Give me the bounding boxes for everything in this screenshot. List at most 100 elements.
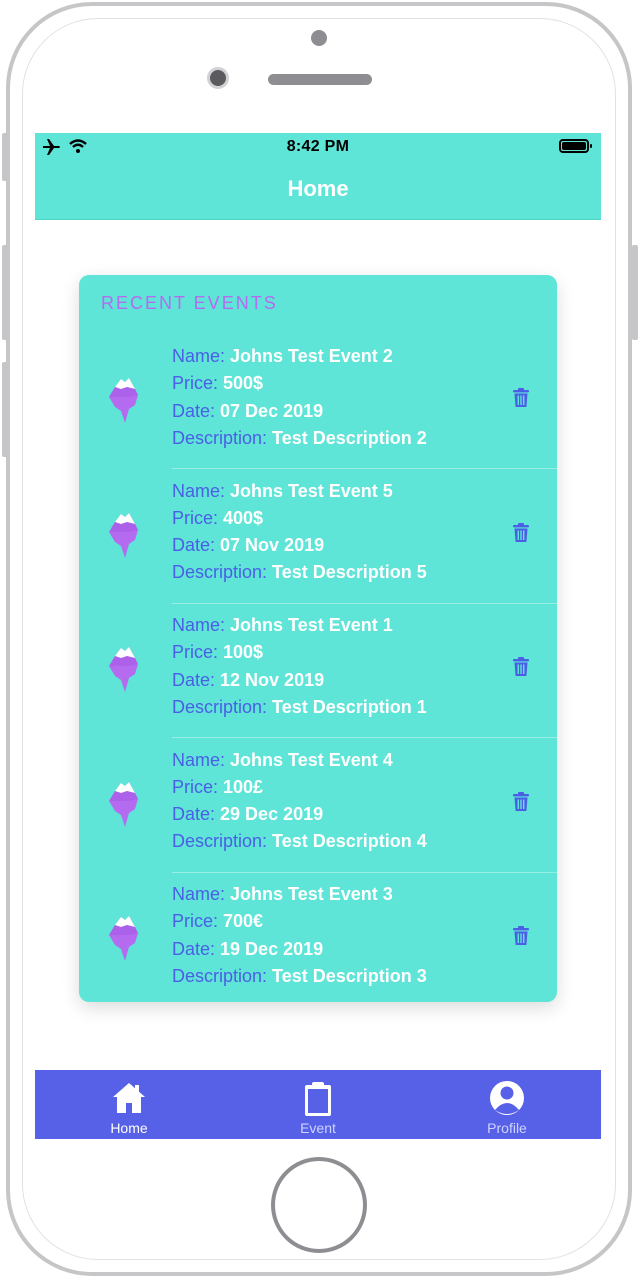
event-price-value: 500$ <box>223 373 264 394</box>
event-name-line: Name: Johns Test Event 4 <box>172 747 512 774</box>
event-description-value: Test Description 2 <box>272 427 427 448</box>
event-description-line: Description: Test Description 5 <box>172 559 512 586</box>
event-date-value: 19 Dec 2019 <box>220 938 324 959</box>
event-description-label: Description: <box>172 965 273 986</box>
event-price-line: Price: 500$ <box>172 370 512 397</box>
event-list-item: Name: Johns Test Event 4 Price: 100£ Date:… <box>79 739 557 873</box>
event-price-label: Price: <box>172 373 224 394</box>
event-date-line: Date: 12 Nov 2019 <box>172 667 512 694</box>
event-name-label: Name: <box>172 346 231 366</box>
event-date-label: Date: <box>172 804 221 825</box>
event-description-value: Test Description 4 <box>272 831 427 852</box>
event-date-value: 07 Nov 2019 <box>220 535 325 556</box>
event-price-value: 400$ <box>223 507 264 528</box>
event-price-value: 100£ <box>223 776 264 797</box>
tab-event[interactable]: Event <box>258 1070 378 1139</box>
event-details: Name: Johns Test Event 2 Price: 500$ Date:… <box>172 343 512 452</box>
event-details: Name: Johns Test Event 5 Price: 400$ Date:… <box>172 478 512 587</box>
event-date-label: Date: <box>172 669 221 690</box>
event-price-line: Price: 100£ <box>172 774 512 801</box>
event-date-label: Date: <box>172 535 221 556</box>
event-price-label: Price: <box>172 507 224 528</box>
recent-events-card: RECENT EVENTS Name: Johns Test Event 2 Pr… <box>79 275 557 1002</box>
event-description-label: Description: <box>172 696 273 717</box>
event-name-line: Name: Johns Test Event 5 <box>172 478 512 505</box>
event-name-value: Johns Test Event 1 <box>230 615 393 635</box>
earpiece-speaker <box>268 74 372 85</box>
event-list-item: Name: Johns Test Event 3 Price: 700€ Date:… <box>79 873 557 1007</box>
event-name-line: Name: Johns Test Event 3 <box>172 881 512 908</box>
app-header: 8:42 PM Home <box>35 133 601 220</box>
user-icon <box>490 1081 524 1115</box>
status-bar: 8:42 PM <box>35 133 601 161</box>
event-name-line: Name: Johns Test Event 2 <box>172 343 512 370</box>
home-hardware-button[interactable] <box>271 1157 367 1253</box>
event-date-line: Date: 07 Nov 2019 <box>172 532 512 559</box>
trash-icon[interactable] <box>513 388 529 408</box>
event-price-line: Price: 400$ <box>172 505 512 532</box>
volume-down-button <box>2 362 8 457</box>
event-description-line: Description: Test Description 2 <box>172 425 512 452</box>
event-price-value: 700€ <box>223 911 264 932</box>
event-description-value: Test Description 1 <box>272 696 427 717</box>
event-description-line: Description: Test Description 1 <box>172 694 512 721</box>
trash-icon[interactable] <box>513 657 529 677</box>
event-name-label: Name: <box>172 749 231 770</box>
event-date-line: Date: 07 Dec 2019 <box>172 398 512 425</box>
event-description-label: Description: <box>172 427 273 448</box>
tab-home[interactable]: Home <box>69 1070 189 1139</box>
event-list-item: Name: Johns Test Event 2 Price: 500$ Date:… <box>79 335 557 469</box>
status-time: 8:42 PM <box>286 138 350 155</box>
camera-dot <box>311 30 327 46</box>
trash-icon[interactable] <box>513 522 529 543</box>
clipboard-icon <box>305 1082 331 1116</box>
event-description-value: Test Description 3 <box>272 965 427 986</box>
iceberg-icon <box>109 647 138 692</box>
iceberg-icon <box>109 512 138 558</box>
event-name-value: Johns Test Event 3 <box>230 884 393 904</box>
iceberg-icon <box>109 781 138 827</box>
event-date-value: 29 Dec 2019 <box>220 804 324 825</box>
event-description-label: Description: <box>172 562 273 583</box>
event-name-label: Name: <box>172 615 231 635</box>
page-title: Home <box>287 176 349 201</box>
event-name-value: Johns Test Event 5 <box>230 480 393 501</box>
event-date-line: Date: 19 Dec 2019 <box>172 936 512 963</box>
event-details: Name: Johns Test Event 1 Price: 100$ Date:… <box>172 612 512 721</box>
event-description-value: Test Description 5 <box>272 562 427 583</box>
event-name-label: Name: <box>172 884 231 904</box>
event-price-label: Price: <box>172 911 224 932</box>
event-list-item: Name: Johns Test Event 5 Price: 400$ Date:… <box>79 470 557 604</box>
tab-profile-label: Profile <box>487 1120 527 1136</box>
event-name-value: Johns Test Event 4 <box>230 749 393 770</box>
trash-icon[interactable] <box>513 926 529 946</box>
iceberg-icon <box>109 916 138 961</box>
tab-profile[interactable]: Profile <box>447 1070 567 1139</box>
event-description-label: Description: <box>172 831 273 852</box>
battery-icon <box>559 139 592 153</box>
home-icon <box>113 1083 145 1113</box>
app-screen: 8:42 PM Home RECENT EVENTS Name: Johns T… <box>35 133 601 1139</box>
event-price-value: 100$ <box>223 642 264 663</box>
event-list-item: Name: Johns Test Event 1 Price: 100$ Date:… <box>79 604 557 738</box>
event-details: Name: Johns Test Event 4 Price: 100£ Date:… <box>172 747 512 856</box>
event-date-label: Date: <box>172 400 221 421</box>
side-button <box>2 133 8 181</box>
power-button <box>632 245 638 340</box>
tab-home-label: Home <box>110 1120 148 1136</box>
section-title: RECENT EVENTS <box>101 293 278 313</box>
event-date-value: 12 Nov 2019 <box>220 669 325 690</box>
event-price-label: Price: <box>172 776 224 797</box>
front-camera <box>207 67 229 89</box>
event-name-label: Name: <box>172 480 231 501</box>
tab-bar: Home Event Profile <box>35 1070 601 1139</box>
volume-up-button <box>2 245 8 340</box>
iceberg-icon <box>109 378 138 423</box>
event-description-line: Description: Test Description 4 <box>172 828 512 855</box>
event-name-value: Johns Test Event 2 <box>230 346 393 366</box>
event-price-line: Price: 100$ <box>172 639 512 666</box>
event-name-line: Name: Johns Test Event 1 <box>172 612 512 639</box>
event-description-line: Description: Test Description 3 <box>172 963 512 990</box>
event-price-label: Price: <box>172 642 224 663</box>
trash-icon[interactable] <box>513 791 529 812</box>
